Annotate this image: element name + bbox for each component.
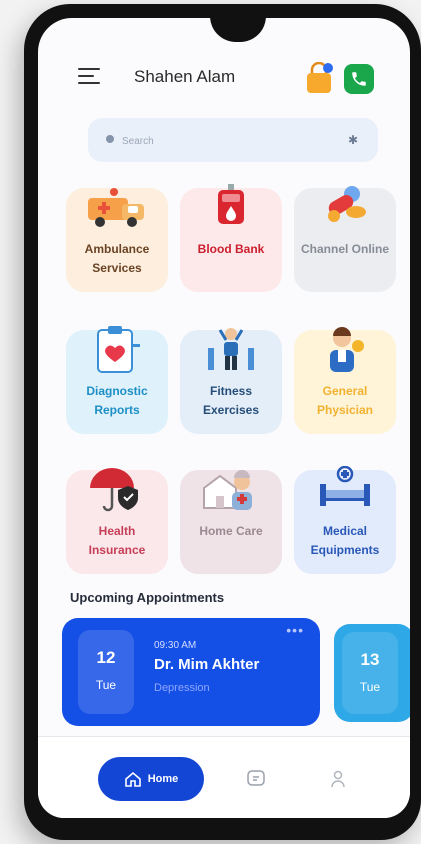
appointment-time: 09:30 AM bbox=[154, 640, 197, 651]
service-home-care[interactable]: Home Care bbox=[180, 470, 282, 574]
appointment-date: 12 Tue bbox=[78, 630, 134, 714]
service-ambulance[interactable]: Ambulance Services bbox=[66, 188, 168, 292]
menu-icon[interactable] bbox=[78, 66, 102, 86]
user-name: Shahen Alam bbox=[134, 67, 236, 86]
service-health-insurance[interactable]: Health Insurance bbox=[66, 468, 168, 574]
fitness-icon bbox=[208, 328, 254, 370]
appointment-card[interactable]: 13 Tue bbox=[334, 624, 410, 722]
service-label: Blood Bank bbox=[197, 242, 265, 256]
voice-search-icon[interactable]: ✱ bbox=[348, 133, 358, 147]
more-options-icon[interactable]: ••• bbox=[286, 622, 304, 638]
doctor-icon bbox=[330, 327, 364, 372]
service-label: Fitness Exercises bbox=[202, 384, 260, 417]
service-label: Ambulance Services bbox=[84, 242, 150, 275]
service-channel-online[interactable]: Channel Online bbox=[294, 186, 396, 292]
home-care-icon bbox=[203, 470, 252, 510]
appointment-specialty: Depression bbox=[154, 682, 210, 694]
service-general-physician[interactable]: General Physician bbox=[294, 327, 396, 434]
appointment-day: 13 bbox=[360, 650, 380, 669]
phone-call-icon[interactable] bbox=[344, 64, 374, 94]
service-fitness-exercises[interactable]: Fitness Exercises bbox=[180, 328, 282, 434]
search-input[interactable] bbox=[120, 129, 324, 153]
appointment-weekday: Tue bbox=[359, 680, 381, 694]
ambulance-icon bbox=[88, 188, 144, 227]
section-title: Upcoming Appointments bbox=[70, 590, 225, 605]
service-label: Health Insurance bbox=[88, 524, 146, 557]
search-icon bbox=[106, 135, 114, 143]
shopping-bag-icon[interactable] bbox=[304, 61, 334, 94]
profile-icon[interactable] bbox=[328, 769, 348, 789]
search-bar: ✱ bbox=[88, 118, 378, 162]
service-blood-bank[interactable]: Blood Bank bbox=[180, 184, 282, 292]
service-label: Diagnostic Reports bbox=[86, 384, 148, 417]
bottom-nav: Home bbox=[38, 736, 410, 818]
phone-frame: Shahen Alam ✱ bbox=[24, 4, 421, 840]
nav-home-label: Home bbox=[147, 773, 179, 785]
service-label: Medical Equipments bbox=[310, 524, 380, 557]
appointment-date: 13 Tue bbox=[342, 632, 398, 714]
appointment-doctor: Dr. Mim Akhter bbox=[154, 656, 260, 673]
service-diagnostic-reports[interactable]: Diagnostic Reports bbox=[66, 326, 168, 434]
blood-bag-icon bbox=[218, 184, 244, 224]
camera-notch bbox=[210, 18, 266, 42]
home-icon bbox=[124, 771, 141, 787]
service-label: General Physician bbox=[316, 384, 374, 417]
app-screen: Shahen Alam ✱ bbox=[38, 18, 410, 818]
appointment-day: 12 bbox=[96, 648, 116, 667]
insurance-umbrella-icon bbox=[90, 468, 138, 512]
service-medical-equipments[interactable]: Medical Equipments bbox=[294, 466, 396, 574]
appointment-card[interactable]: 12 Tue 09:30 AM Dr. Mim Akhter Depressio… bbox=[62, 618, 320, 726]
service-label: Home Care bbox=[199, 524, 263, 538]
nav-home-button[interactable]: Home bbox=[98, 757, 204, 801]
service-label: Channel Online bbox=[300, 242, 389, 256]
medical-report-icon bbox=[97, 326, 140, 373]
appointment-weekday: Tue bbox=[95, 678, 117, 692]
chat-icon[interactable] bbox=[246, 769, 266, 789]
pills-icon bbox=[328, 186, 366, 222]
hospital-bed-icon bbox=[320, 466, 370, 506]
